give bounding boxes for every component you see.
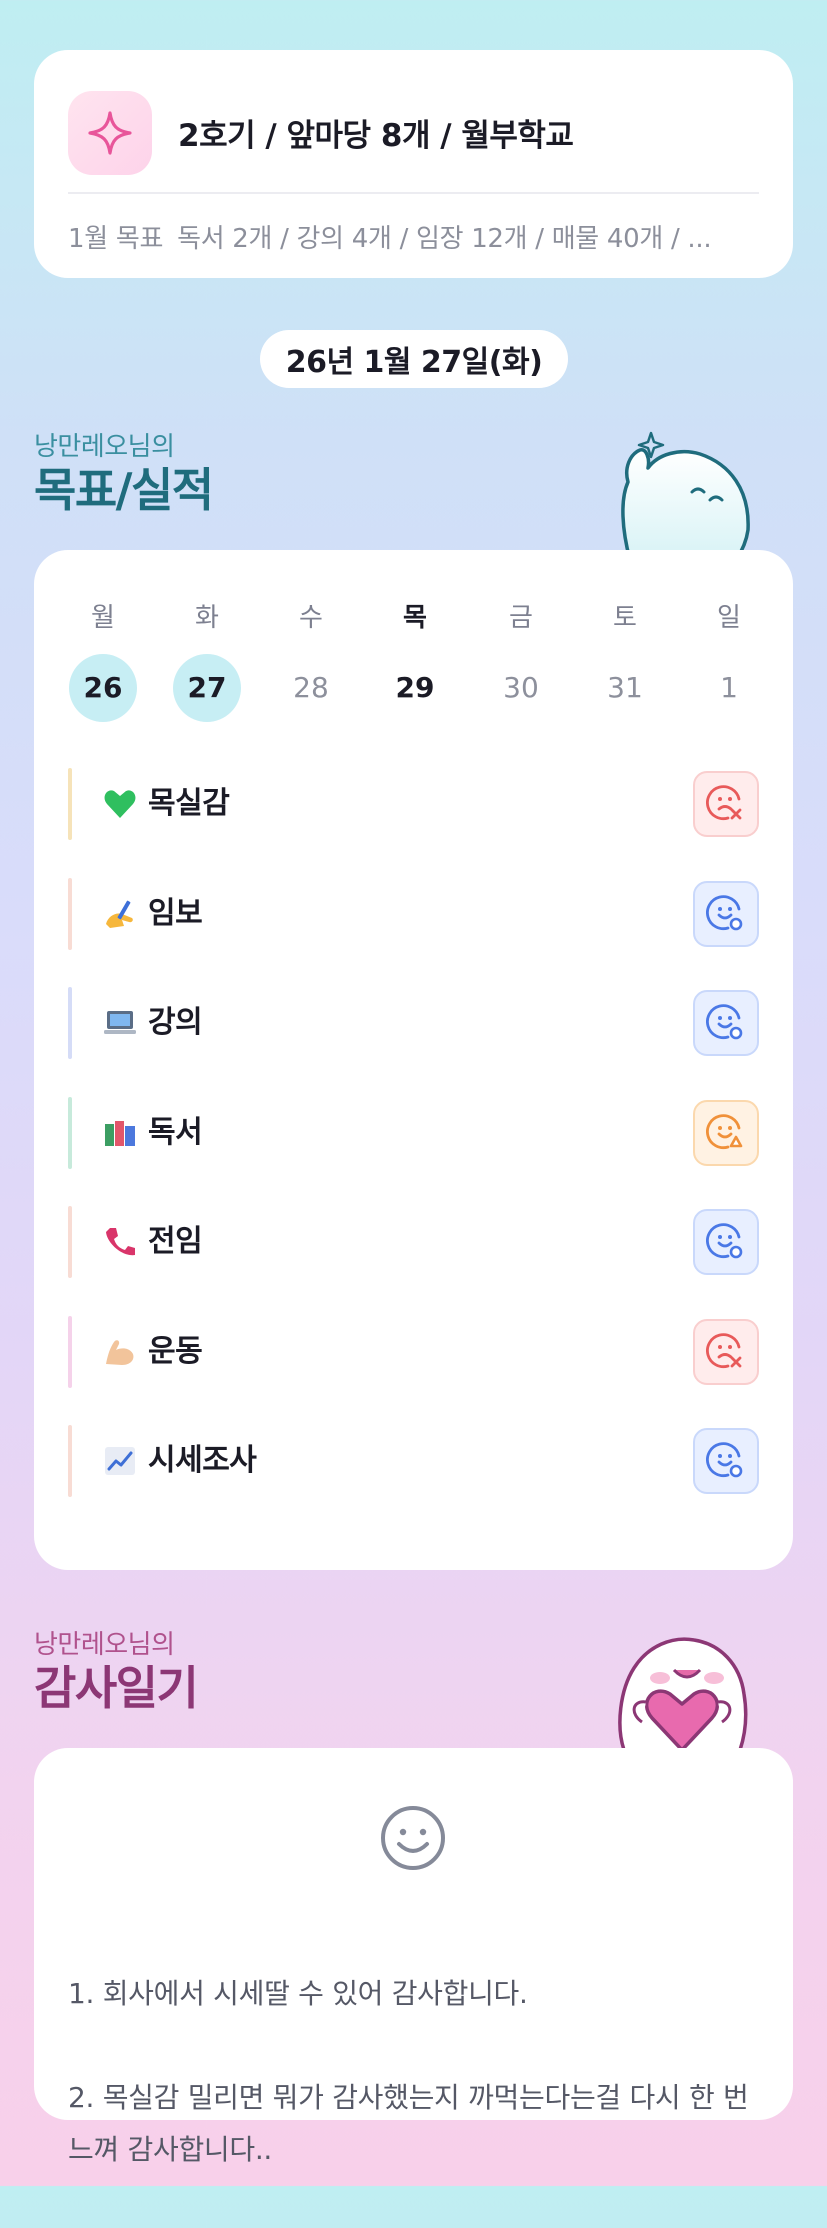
week-day-3[interactable]: 목 29	[380, 598, 450, 722]
sparkle-icon	[68, 91, 152, 175]
goal-row[interactable]: 목실감	[68, 768, 759, 840]
date-number: 27	[173, 654, 241, 722]
diary-entry: 2. 목실감 밀리면 뭐가 감사했는지 까먹는다는걸 다시 한 번 느껴 감사합…	[68, 2081, 749, 2166]
goal-accent-bar	[68, 1206, 72, 1278]
goal-accent-bar	[68, 768, 72, 840]
divider	[68, 192, 759, 194]
goal-accent-bar	[68, 877, 72, 950]
goals-title: 목표/실적	[34, 463, 214, 517]
week-day-1[interactable]: 화 27	[172, 598, 242, 722]
books-icon	[102, 1115, 138, 1151]
ghost-mascot-icon	[621, 431, 750, 560]
date-number: 1	[720, 671, 738, 704]
writing-hand-icon	[102, 896, 138, 932]
flexed-biceps-icon	[102, 1334, 138, 1370]
monthly-goal-text: 독서 2개 / 강의 4개 / 임장 12개 / 매물 40개 / ...	[177, 224, 712, 254]
diary-entries: 1. 회사에서 시세딸 수 있어 감사합니다. 2. 목실감 밀리면 뭐가 감사…	[68, 1916, 768, 2228]
date-number: 31	[607, 671, 643, 704]
goal-row[interactable]: 전임	[68, 1206, 759, 1278]
status-done-icon[interactable]	[693, 990, 759, 1056]
goal-accent-bar	[68, 1315, 72, 1388]
monthly-goal-label: 1월 목표	[68, 224, 164, 254]
goal-accent-bar	[68, 1096, 72, 1169]
goal-label: 임보	[148, 895, 203, 931]
goal-label: 운동	[148, 1333, 203, 1369]
summary-title: 2호기 / 앞마당 8개 / 월부학교	[178, 118, 574, 154]
week-day-2[interactable]: 수 28	[276, 598, 346, 722]
date-number: 26	[69, 654, 137, 722]
week-day-4[interactable]: 금 30	[486, 598, 556, 722]
weekday-label: 금	[509, 603, 533, 633]
goal-label: 목실감	[148, 786, 230, 821]
week-day-6[interactable]: 일1	[694, 598, 764, 722]
weekday-label: 토	[613, 603, 637, 633]
goal-label: 독서	[148, 1114, 203, 1150]
status-done-icon[interactable]	[693, 1428, 759, 1494]
week-strip: 월 26 화 27 수 28 목 29 금 30 토 31 일 1	[68, 598, 796, 728]
green-heart-icon	[102, 786, 138, 822]
smile-face-icon[interactable]	[379, 1804, 447, 1872]
date-pill[interactable]: 26년 1월 27일(화)	[260, 330, 568, 388]
status-done-icon[interactable]	[693, 880, 759, 947]
diary-card: 1. 회사에서 시세딸 수 있어 감사합니다. 2. 목실감 밀리면 뭐가 감사…	[34, 1748, 793, 2166]
goal-row[interactable]: 강의	[68, 987, 759, 1059]
goal-label: 전임	[148, 1224, 203, 1259]
status-fail-icon[interactable]	[693, 771, 759, 837]
summary-card[interactable]: 2호기 / 앞마당 8개 / 월부학교 1월 목표 독서 2개 / 강의 4개 /…	[34, 50, 793, 278]
weekday-label: 일	[717, 603, 741, 633]
goal-row[interactable]: 독서	[68, 1096, 759, 1169]
goals-card: 월 26 화 27 수 28 목 29 금 30 토 31 일 1 목실감 임보 강의 독서 전임 운동 시세조사	[34, 550, 793, 1570]
week-day-5[interactable]: 토 31	[590, 598, 660, 722]
goal-accent-bar	[68, 1425, 72, 1497]
weekday-label: 화	[195, 603, 219, 633]
goal-row[interactable]: 시세조사	[68, 1425, 759, 1497]
diary-entry: 1. 회사에서 시세딸 수 있어 감사합니다.	[68, 1977, 528, 2010]
chart-increasing-icon	[102, 1443, 138, 1479]
goal-row[interactable]: 운동	[68, 1315, 759, 1388]
weekday-label: 목	[403, 603, 427, 633]
week-day-0[interactable]: 월 26	[68, 598, 138, 722]
weekday-label: 수	[299, 603, 323, 633]
goal-accent-bar	[68, 987, 72, 1059]
goal-row[interactable]: 임보	[68, 877, 759, 950]
status-done-icon[interactable]	[693, 1209, 759, 1275]
goal-label: 시세조사	[148, 1443, 257, 1478]
laptop-icon	[102, 1005, 138, 1041]
goal-label: 강의	[148, 1005, 203, 1040]
diary-title: 감사일기	[34, 1661, 199, 1715]
date-number: 29	[395, 671, 435, 704]
phone-icon	[102, 1224, 138, 1260]
monthly-goal: 1월 목표 독서 2개 / 강의 4개 / 임장 12개 / 매물 40개 / .…	[68, 218, 712, 255]
status-fail-icon[interactable]	[693, 1318, 759, 1385]
status-partial-icon[interactable]	[693, 1099, 759, 1166]
heart-mascot-icon	[618, 1637, 748, 1750]
date-number: 28	[293, 671, 329, 704]
weekday-label: 월	[91, 603, 115, 633]
date-number: 30	[503, 671, 539, 704]
